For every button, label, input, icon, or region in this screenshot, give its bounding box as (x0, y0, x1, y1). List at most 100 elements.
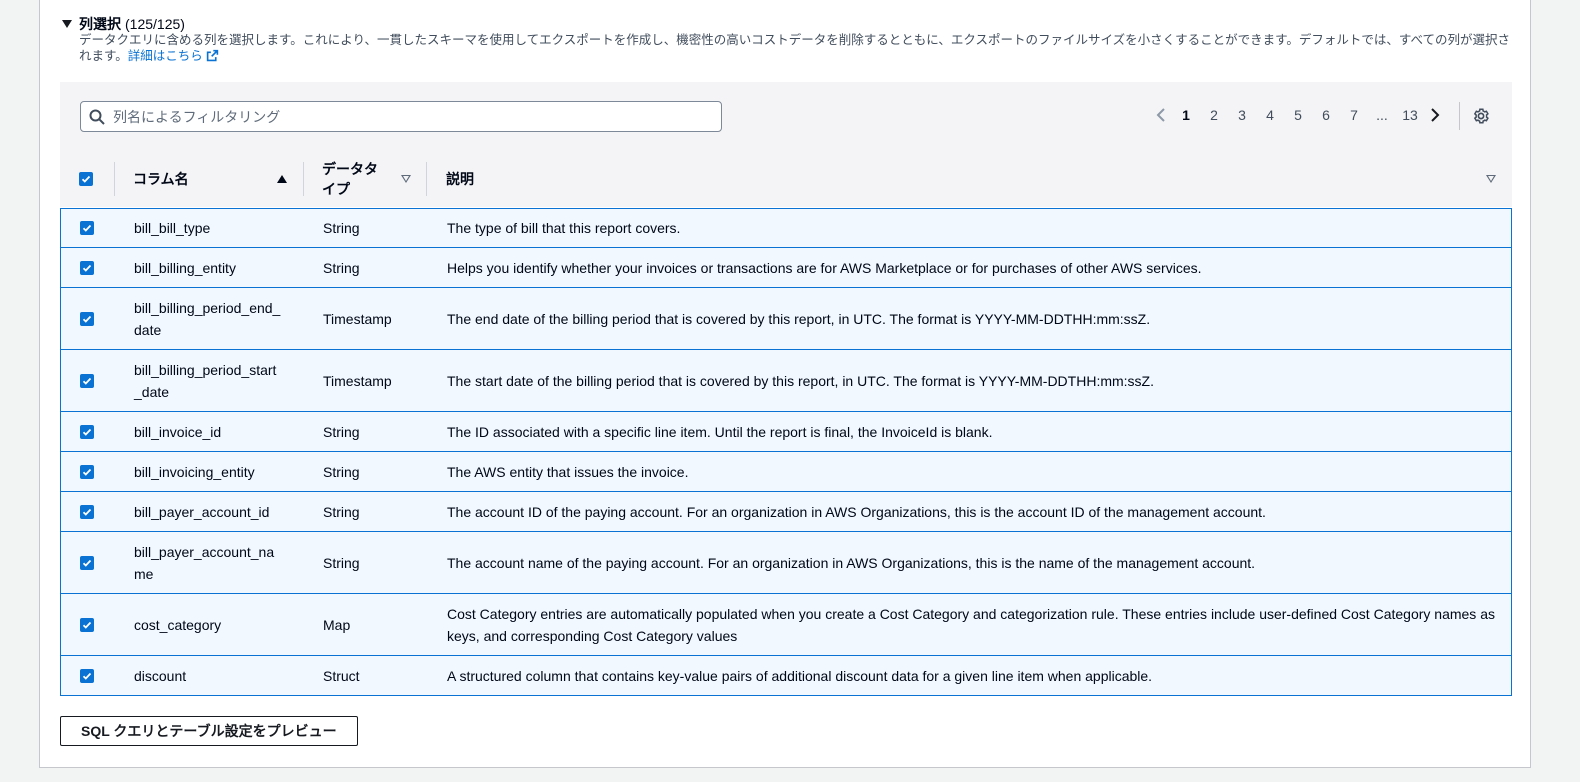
row-checkbox[interactable] (80, 617, 94, 632)
table-row[interactable]: bill_billing_entity String Helps you ide… (60, 248, 1512, 288)
table-row[interactable]: cost_category Map Cost Category entries … (60, 594, 1512, 656)
next-page-button[interactable] (1424, 107, 1446, 123)
prev-page-button[interactable] (1150, 107, 1172, 123)
row-checkbox[interactable] (80, 373, 94, 388)
column-name-cell: bill_payer_account_id (134, 503, 270, 520)
chevron-right-icon (1431, 108, 1440, 122)
gear-icon (1473, 108, 1489, 124)
select-all-cell (79, 150, 93, 207)
description-cell: The end date of the billing period that … (447, 310, 1151, 327)
header-separator (303, 162, 304, 196)
data-type-cell: String (323, 220, 360, 236)
checkmark-icon (82, 508, 92, 516)
checkmark-icon (82, 428, 92, 436)
header-data-type-label: データタイプ (322, 160, 378, 197)
learn-more-link[interactable]: 詳細はこちら (128, 49, 219, 63)
section-header[interactable]: 列選択 (125/125) (62, 14, 185, 34)
checkmark-icon (82, 264, 92, 272)
row-checkbox-cell (80, 532, 94, 593)
preview-sql-button[interactable]: SQL クエリとテーブル設定をプレビュー (60, 716, 358, 746)
chevron-left-icon (1156, 108, 1165, 122)
header-column-name[interactable]: コラム名 (133, 150, 293, 207)
table-row[interactable]: bill_payer_account_id String The account… (60, 492, 1512, 532)
table-row[interactable]: bill_billing_period_start_date Timestamp… (60, 350, 1512, 412)
table-row[interactable]: bill_bill_type String The type of bill t… (60, 208, 1512, 248)
page-7[interactable]: 7 (1340, 107, 1368, 123)
sort-ascending-icon[interactable] (277, 174, 287, 183)
table-header: コラム名 データタイプ 説明 (60, 150, 1512, 207)
row-checkbox[interactable] (80, 260, 94, 275)
header-description-label: 説明 (446, 170, 474, 187)
learn-more-label[interactable]: 詳細はこちら (128, 49, 203, 63)
page-ellipsis: ... (1376, 107, 1388, 123)
page-3[interactable]: 3 (1228, 107, 1256, 123)
page-4[interactable]: 4 (1256, 107, 1284, 123)
checkmark-icon (82, 315, 92, 323)
table-row[interactable]: bill_invoice_id String The ID associated… (60, 412, 1512, 452)
page-2[interactable]: 2 (1200, 107, 1228, 123)
select-all-checkbox[interactable] (79, 171, 93, 186)
row-checkbox[interactable] (80, 311, 94, 326)
checkmark-icon (82, 224, 92, 232)
settings-button[interactable] (1472, 107, 1490, 130)
header-column-name-label: コラム名 (133, 170, 189, 187)
column-name-cell: bill_invoicing_entity (134, 463, 255, 480)
row-checkbox[interactable] (80, 424, 94, 439)
row-checkbox[interactable] (80, 464, 94, 479)
toolbar-divider (1459, 102, 1460, 130)
checkmark-icon (82, 377, 92, 385)
description-text: データクエリに含める列を選択します。これにより、一貫したスキーマを使用してエクス… (79, 33, 1511, 63)
filter-search-box[interactable] (80, 101, 722, 132)
column-name-cell: discount (134, 667, 187, 684)
page-5[interactable]: 5 (1284, 107, 1312, 123)
data-type-cell: Map (323, 616, 351, 633)
table-row[interactable]: bill_invoicing_entity String The AWS ent… (60, 452, 1512, 492)
table-row[interactable]: discount Struct A structured column that… (60, 656, 1512, 696)
description-cell: A structured column that contains key-va… (447, 667, 1153, 684)
data-type-cell: Timestamp (323, 372, 392, 389)
description-cell: Cost Category entries are automatically … (447, 605, 1495, 644)
description-cell: Helps you identify whether your invoices… (447, 259, 1202, 276)
row-checkbox-cell (80, 248, 94, 287)
header-separator (114, 162, 115, 196)
checkmark-icon (81, 175, 91, 183)
column-name-cell: bill_invoice_id (134, 423, 222, 440)
row-checkbox-cell (80, 209, 94, 247)
filter-search-input[interactable] (111, 107, 705, 126)
table-toolbar: 1 2 3 4 5 6 7 ... 13 (60, 82, 1512, 151)
checkmark-icon (82, 621, 92, 629)
data-type-cell: String (323, 463, 360, 480)
row-checkbox-cell (80, 492, 94, 531)
table-row[interactable]: bill_billing_period_end_date Timestamp T… (60, 288, 1512, 350)
page-1[interactable]: 1 (1172, 107, 1200, 123)
data-type-cell: String (323, 423, 360, 440)
data-type-cell: Struct (323, 667, 360, 684)
row-checkbox[interactable] (80, 221, 94, 235)
page-6[interactable]: 6 (1312, 107, 1340, 123)
row-checkbox[interactable] (80, 668, 94, 683)
table-row[interactable]: bill_payer_account_name String The accou… (60, 532, 1512, 594)
data-type-cell: Timestamp (323, 310, 392, 327)
external-link-icon (206, 49, 219, 66)
description-cell: The account ID of the paying account. Fo… (447, 503, 1266, 520)
header-description[interactable]: 説明 (446, 150, 474, 207)
row-checkbox[interactable] (80, 555, 94, 570)
description-cell: The AWS entity that issues the invoice. (447, 463, 689, 480)
row-checkbox-cell (80, 656, 94, 695)
data-type-cell: String (323, 259, 360, 276)
column-name-cell: bill_bill_type (134, 220, 211, 236)
search-icon (89, 109, 105, 125)
row-checkbox[interactable] (80, 504, 94, 519)
sort-icon[interactable] (1486, 175, 1496, 183)
pagination: 1 2 3 4 5 6 7 ... 13 (1150, 107, 1446, 123)
section-title: 列選択 (79, 16, 121, 32)
header-data-type[interactable]: データタイプ (322, 150, 382, 207)
collapse-caret-icon[interactable] (62, 20, 72, 28)
row-checkbox-cell (80, 288, 94, 349)
column-selection-panel: 列選択 (125/125) データクエリに含める列を選択します。これにより、一貫… (39, 0, 1531, 768)
row-checkbox-cell (80, 594, 94, 655)
description-cell: The type of bill that this report covers… (447, 220, 681, 236)
sort-icon[interactable] (401, 175, 411, 183)
page-13[interactable]: 13 (1396, 107, 1424, 123)
row-checkbox-cell (80, 350, 94, 411)
